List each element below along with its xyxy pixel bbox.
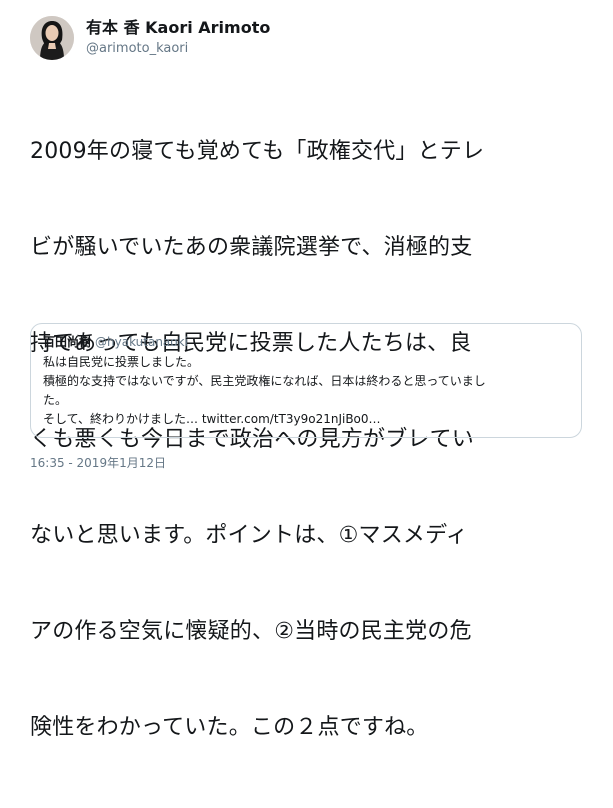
avatar[interactable] [30, 16, 74, 60]
tweet-text-line: 険性をわかっていた。この２点ですね。 [30, 715, 429, 740]
tweet-text-line: 2009年の寝ても覚めても「政権交代」とテレ [30, 139, 485, 164]
tweet-card: 有本 香 Kaori Arimoto @arimoto_kaori 2009年の… [0, 0, 613, 740]
tweet-text: 2009年の寝ても覚めても「政権交代」とテレ ビが騒いでいたあの衆議院選挙で、消… [30, 72, 590, 808]
quoted-tweet[interactable]: 百田尚樹 @hyakutanaoki 私は自民党に投票しました。 積極的な支持で… [30, 323, 582, 438]
avatar-image [30, 16, 74, 60]
quoted-tweet-text: 私は自民党に投票しました。 積極的な支持ではないですが、民主党政権になれば、日本… [43, 353, 569, 429]
quoted-text-line: 私は自民党に投票しました。 [43, 355, 200, 369]
user-info: 有本 香 Kaori Arimoto @arimoto_kaori [86, 18, 270, 58]
tweet-header: 有本 香 Kaori Arimoto @arimoto_kaori [30, 16, 270, 60]
quoted-handle: @hyakutanaoki [95, 335, 188, 349]
quoted-text-line: た。 [43, 393, 68, 407]
quoted-display-name: 百田尚樹 [43, 335, 92, 349]
quoted-text-line: そして、終わりかけました… twitter.com/tT3y9o21nJiBo0… [43, 412, 381, 426]
tweet-timestamp[interactable]: 16:35 - 2019年1月12日 [30, 455, 166, 471]
author-display-name[interactable]: 有本 香 Kaori Arimoto [86, 18, 270, 38]
tweet-text-line: ビが騒いでいたあの衆議院選挙で、消極的支 [30, 235, 473, 260]
tweet-text-line: アの作る空気に懐疑的、②当時の民主党の危 [30, 619, 472, 644]
quoted-tweet-header: 百田尚樹 @hyakutanaoki [43, 334, 569, 350]
tweet-text-line: ないと思います。ポイントは、①マスメディ [30, 523, 468, 548]
quoted-text-line: 積極的な支持ではないですが、民主党政権になれば、日本は終わると思っていまし [43, 374, 486, 388]
author-handle[interactable]: @arimoto_kaori [86, 40, 270, 58]
